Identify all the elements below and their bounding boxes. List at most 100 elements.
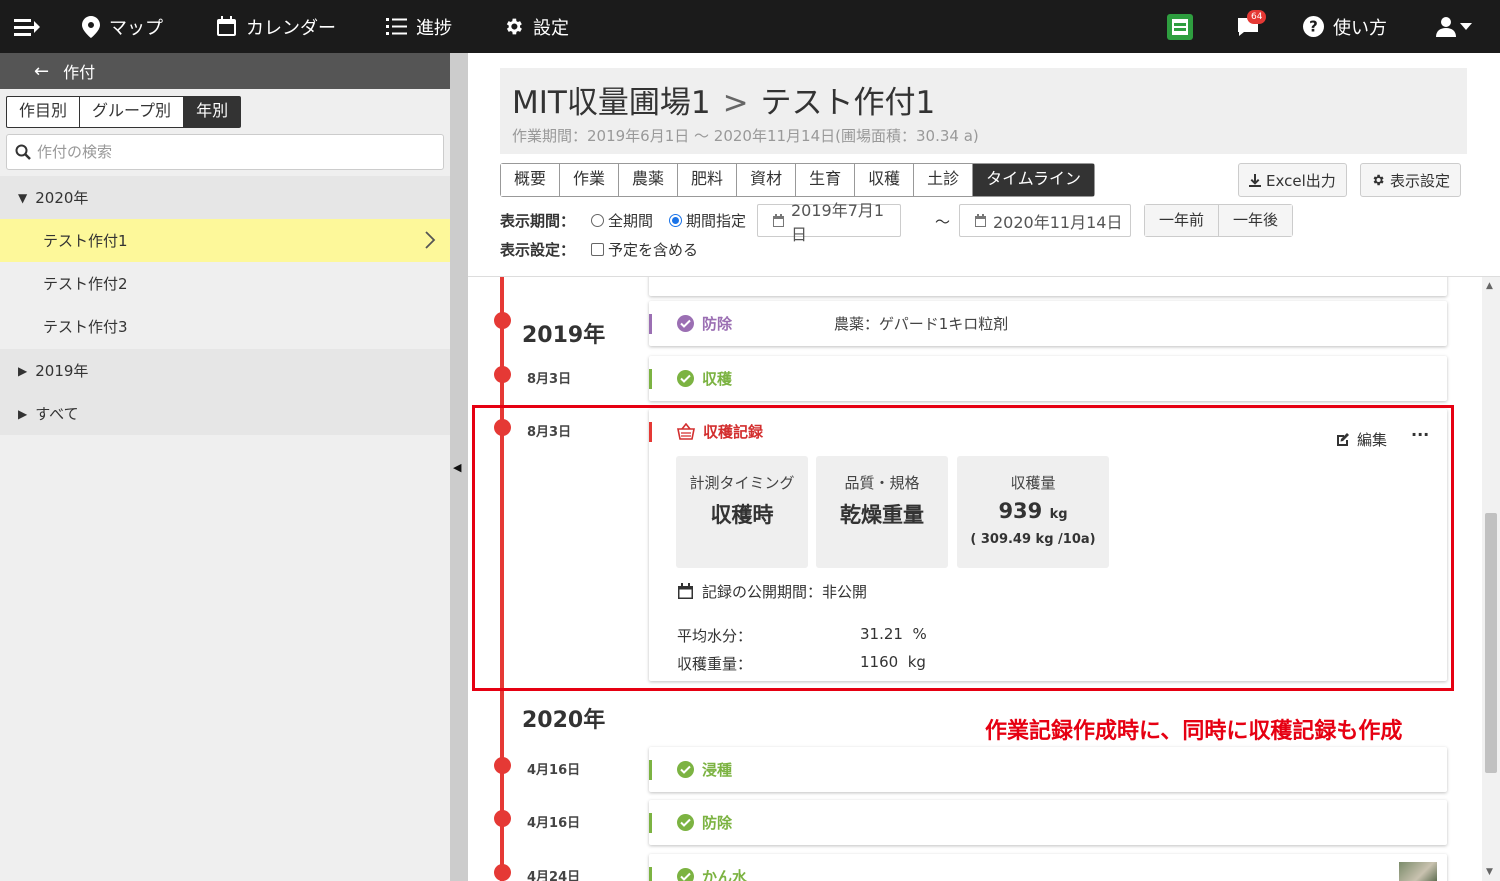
- photo-thumbnail[interactable]: [1399, 862, 1437, 881]
- calendar-label: カレンダー: [246, 17, 336, 39]
- crop-search-box: [6, 134, 444, 170]
- progress-nav-link[interactable]: 進捗: [386, 0, 452, 53]
- group-label: すべて: [35, 405, 79, 423]
- question-icon: ?: [1303, 16, 1324, 37]
- date-from-value: 2019年7月1日: [790, 200, 885, 244]
- tab-harvest[interactable]: 収穫: [855, 164, 915, 196]
- chevron-right-icon: [425, 231, 436, 249]
- timeline-dot: [494, 810, 511, 827]
- excel-export-button[interactable]: Excel出力: [1238, 163, 1347, 197]
- checkbox-box[interactable]: [591, 243, 605, 256]
- caret-right-icon: ▶: [18, 406, 28, 421]
- card-title-text: 防除: [702, 315, 733, 333]
- radio-specified-period[interactable]: 期間指定: [669, 210, 746, 231]
- card-title-text: 防除: [702, 814, 733, 832]
- tab-materials[interactable]: 資材: [737, 164, 797, 196]
- map-nav-link[interactable]: マップ: [82, 0, 163, 53]
- caret-down-icon: ▼: [18, 190, 28, 205]
- help-link[interactable]: ? 使い方: [1303, 0, 1387, 53]
- sidebar-item-test-crop-1[interactable]: テスト作付1: [0, 219, 450, 262]
- sidebar-item-test-crop-3[interactable]: テスト作付3: [0, 305, 450, 348]
- year-heading-2019: 2019年: [522, 323, 606, 348]
- crop-tabs: 概要 作業 農薬 肥料 資材 生育 収穫 土診 タイムライン: [500, 163, 1096, 197]
- segment-by-crop[interactable]: 作目別: [7, 97, 81, 127]
- card-accent-bar: [649, 867, 652, 881]
- item-label: テスト作付2: [43, 275, 128, 293]
- timeline-card-pest-control-2020[interactable]: 防除: [649, 800, 1447, 845]
- display-filter-row: 表示設定： 予定を含める: [500, 239, 698, 260]
- search-icon: [15, 144, 31, 160]
- radio-label: 期間指定: [686, 212, 747, 230]
- tab-fertilizer[interactable]: 肥料: [678, 164, 738, 196]
- calendar-icon: [975, 214, 986, 227]
- gear-icon: [1373, 174, 1384, 186]
- date-from-input[interactable]: 2019年7月1日: [757, 201, 901, 244]
- sidebar-group-all[interactable]: ▶ すべて: [0, 392, 450, 435]
- check-circle-icon: [677, 814, 694, 831]
- tab-growth[interactable]: 生育: [796, 164, 856, 196]
- radio-circle-checked[interactable]: [669, 214, 683, 227]
- prev-year-button[interactable]: 一年前: [1145, 205, 1220, 236]
- crop-search-input[interactable]: [37, 143, 417, 161]
- radio-all-period[interactable]: 全期間: [591, 210, 653, 231]
- progress-label: 進捗: [416, 17, 452, 39]
- timeline-card-harvest[interactable]: 収穫: [649, 356, 1447, 401]
- display-settings-label: 表示設定: [1390, 171, 1451, 190]
- timeline-dot: [494, 366, 511, 383]
- pesticide-detail: 農薬：ゲパード1キロ粒剤: [834, 315, 1009, 333]
- sidebar-item-test-crop-2[interactable]: テスト作付2: [0, 262, 450, 305]
- timeline-card-partial[interactable]: [649, 277, 1447, 296]
- checklist-icon: [386, 18, 407, 35]
- include-plan-checkbox[interactable]: 予定を含める: [591, 239, 698, 260]
- user-menu-button[interactable]: [1436, 0, 1472, 53]
- tab-soil[interactable]: 土診: [914, 164, 974, 196]
- timeline-card-seed-soak[interactable]: 浸種: [649, 747, 1447, 792]
- sidebar-title: 作付: [63, 63, 96, 82]
- card-title-text: かん水: [702, 868, 748, 881]
- radio-circle[interactable]: [591, 214, 605, 227]
- check-circle-icon: [677, 370, 694, 387]
- timeline-card-irrigation[interactable]: かん水: [649, 854, 1447, 881]
- spreadsheet-app-icon[interactable]: [1167, 0, 1193, 53]
- settings-nav-link[interactable]: 設定: [503, 0, 569, 53]
- scroll-down-icon[interactable]: ▼: [1486, 867, 1493, 877]
- tab-pesticide[interactable]: 農薬: [619, 164, 679, 196]
- card-title: 収穫: [677, 368, 732, 389]
- card-title-text: 収穫: [702, 370, 733, 388]
- tab-work[interactable]: 作業: [560, 164, 620, 196]
- annotation-text: 作業記録作成時に、同時に収穫記録も作成: [985, 719, 1403, 744]
- year-step-buttons: 一年前 一年後: [1144, 204, 1294, 237]
- chevron-right-icon: >: [722, 85, 749, 121]
- date-to-input[interactable]: 2020年11月14日: [959, 204, 1131, 237]
- entry-date: 4月16日: [527, 763, 581, 778]
- sidebar-group-2019[interactable]: ▶ 2019年: [0, 349, 450, 392]
- page-title: MIT収量圃場1 > テスト作付1: [512, 77, 935, 122]
- sidebar-collapse-handle[interactable]: ◀: [450, 53, 468, 881]
- tab-overview[interactable]: 概要: [501, 164, 561, 196]
- display-settings-button[interactable]: 表示設定: [1360, 163, 1462, 197]
- top-navigation-bar: マップ カレンダー 進捗 設定 64 ? 使い方: [0, 0, 1500, 53]
- next-year-button[interactable]: 一年後: [1219, 205, 1293, 236]
- caret-right-icon: ▶: [18, 363, 28, 378]
- card-title: 防除: [677, 812, 732, 833]
- notification-button[interactable]: 64: [1236, 0, 1267, 53]
- timeline-scrollbar[interactable]: ▲ ▼: [1482, 277, 1500, 881]
- segment-by-year[interactable]: 年別: [184, 97, 241, 127]
- scrollbar-thumb[interactable]: [1485, 513, 1497, 773]
- card-accent-bar: [649, 369, 652, 389]
- gear-icon: [506, 18, 522, 35]
- map-label: マップ: [109, 17, 163, 39]
- sidebar-group-2020[interactable]: ▼ 2020年: [0, 176, 450, 219]
- collapse-left-icon[interactable]: ◀: [453, 461, 461, 474]
- arrow-left-icon[interactable]: ←: [34, 61, 49, 82]
- period-label: 表示期間：: [500, 212, 576, 230]
- timeline-card-pest-control[interactable]: 防除 農薬：ゲパード1キロ粒剤: [649, 301, 1447, 346]
- calendar-nav-link[interactable]: カレンダー: [216, 0, 336, 53]
- scroll-up-icon[interactable]: ▲: [1486, 281, 1493, 291]
- menu-toggle-icon[interactable]: [14, 0, 40, 53]
- item-label: テスト作付3: [43, 318, 128, 336]
- sidebar-header[interactable]: ← 作付: [0, 53, 450, 89]
- tab-timeline[interactable]: タイムライン: [973, 164, 1095, 196]
- excel-export-label: Excel出力: [1266, 171, 1336, 190]
- segment-by-group[interactable]: グループ別: [80, 97, 185, 127]
